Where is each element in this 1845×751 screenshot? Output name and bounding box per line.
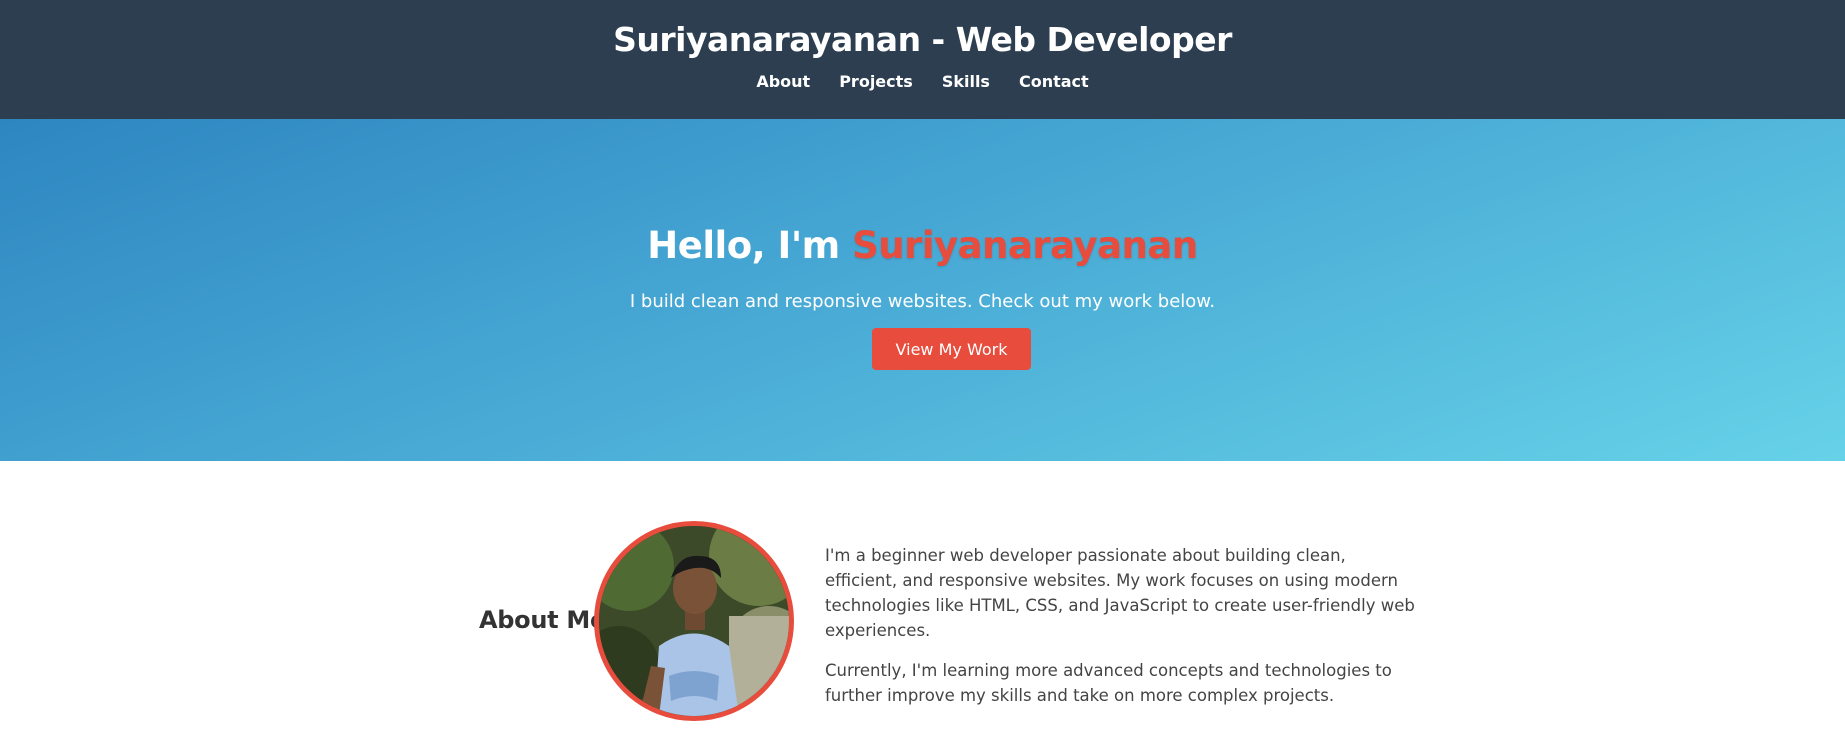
hero-tagline: I build clean and responsive websites. C… — [629, 291, 1216, 312]
hero-name: Suriyanarayanan — [852, 224, 1198, 267]
nav-about-link[interactable]: About — [756, 72, 810, 91]
hero-heading: Hello, I'm Suriyanarayanan — [0, 224, 1845, 267]
site-title: Suriyanarayanan - Web Developer — [613, 20, 1232, 59]
profile-photo-illustration — [599, 526, 789, 716]
about-title: About Me — [479, 606, 606, 634]
view-my-work-button[interactable]: View My Work — [872, 328, 1031, 370]
hero-greeting: Hello, I'm — [647, 224, 840, 267]
about-paragraph-2: Currently, I'm learning more advanced co… — [825, 661, 1392, 705]
nav-contact-link[interactable]: Contact — [1019, 72, 1089, 91]
profile-photo — [594, 521, 794, 721]
about-section: About Me I'm a beginner web developer pa… — [0, 461, 1845, 751]
main-nav: About Projects Skills Contact — [0, 72, 1845, 91]
hero-section: Hello, I'm Suriyanarayanan I build clean… — [0, 119, 1845, 461]
site-header: Suriyanarayanan - Web Developer About Pr… — [0, 0, 1845, 119]
nav-projects-link[interactable]: Projects — [839, 72, 913, 91]
about-description: I'm a beginner web developer passionate … — [825, 543, 1415, 723]
nav-skills-link[interactable]: Skills — [942, 72, 990, 91]
about-paragraph-1: I'm a beginner web developer passionate … — [825, 546, 1415, 640]
